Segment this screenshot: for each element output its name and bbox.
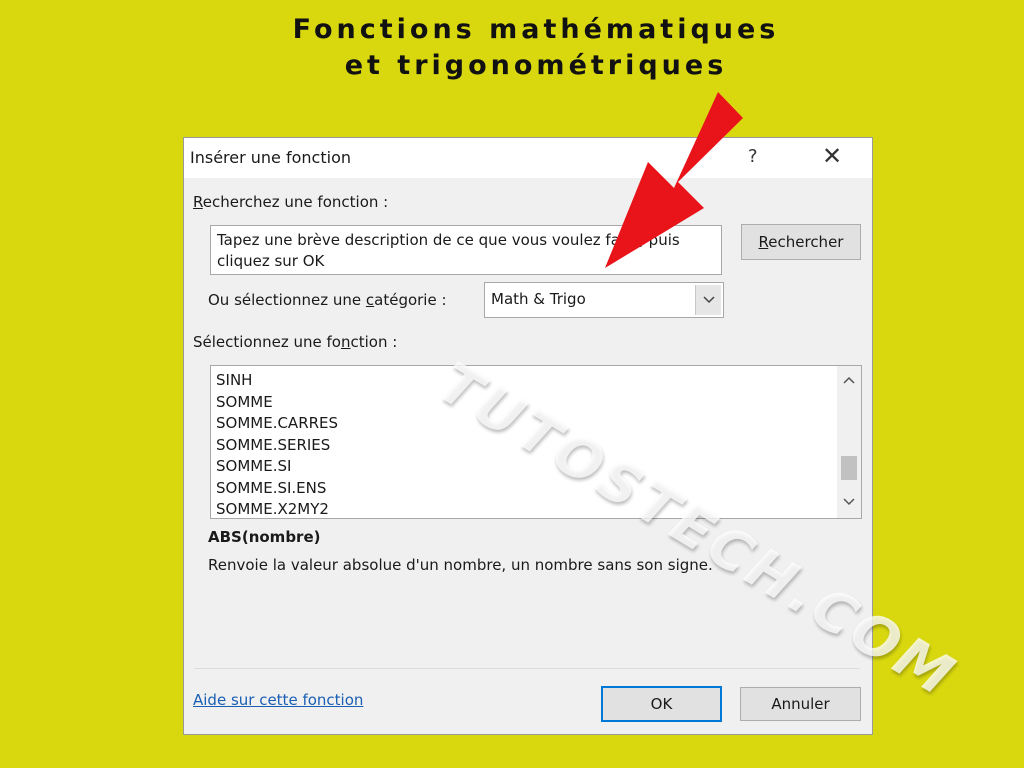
function-label-pre: Sélectionnez une fo xyxy=(193,333,341,351)
category-label-pre: Ou sélectionnez une xyxy=(208,291,366,309)
function-label: Sélectionnez une fonction : xyxy=(193,333,397,351)
close-button[interactable]: ✕ xyxy=(822,142,842,170)
banner-title-line1: Fonctions mathématiques xyxy=(292,14,780,45)
vertical-scrollbar[interactable] xyxy=(837,366,861,518)
list-item[interactable]: SOMME.CARRES xyxy=(216,413,338,435)
list-item[interactable]: SOMME.SERIES xyxy=(216,435,338,457)
function-signature: ABS(nombre) xyxy=(208,528,321,546)
search-label-rest: echerchez une fonction : xyxy=(202,193,389,211)
function-label-accel: n xyxy=(340,333,351,351)
scrollbar-thumb[interactable] xyxy=(841,456,857,480)
function-description: Renvoie la valeur absolue d'un nombre, u… xyxy=(208,556,713,574)
function-list: SINH SOMME SOMME.CARRES SOMME.SERIES SOM… xyxy=(216,370,338,518)
list-item[interactable]: SOMME xyxy=(216,392,338,414)
category-select[interactable]: Math & Trigo xyxy=(484,282,724,318)
function-label-post: ction : xyxy=(350,333,398,351)
search-button-accel: R xyxy=(758,233,769,251)
chevron-down-icon[interactable] xyxy=(837,492,861,512)
list-item[interactable]: SOMME.X2MY2 xyxy=(216,499,338,518)
list-item[interactable]: SOMME.SI.ENS xyxy=(216,478,338,500)
search-button-rest: echercher xyxy=(768,233,844,251)
red-arrow-icon xyxy=(605,92,743,268)
list-item[interactable]: SOMME.SI xyxy=(216,456,338,478)
search-button[interactable]: Rechercher xyxy=(741,224,861,260)
search-label: Recherchez une fonction : xyxy=(193,193,388,211)
cancel-button[interactable]: Annuler xyxy=(740,687,861,721)
banner-title-line2: et trigonométriques xyxy=(344,50,728,81)
search-label-accel: R xyxy=(193,193,203,211)
list-item[interactable]: SINH xyxy=(216,370,338,392)
dialog-title: Insérer une fonction xyxy=(190,148,351,167)
dialog-titlebar: Insérer une fonction ? ✕ xyxy=(184,138,872,178)
ok-button[interactable]: OK xyxy=(601,686,722,722)
category-select-value: Math & Trigo xyxy=(491,290,586,308)
help-link[interactable]: Aide sur cette fonction xyxy=(193,691,363,709)
chevron-down-icon[interactable] xyxy=(695,285,721,315)
category-label-accel: c xyxy=(365,291,375,309)
chevron-up-icon[interactable] xyxy=(837,370,861,390)
category-label-post: atégorie : xyxy=(374,291,447,309)
divider xyxy=(194,668,860,669)
category-label: Ou sélectionnez une catégorie : xyxy=(208,291,447,309)
